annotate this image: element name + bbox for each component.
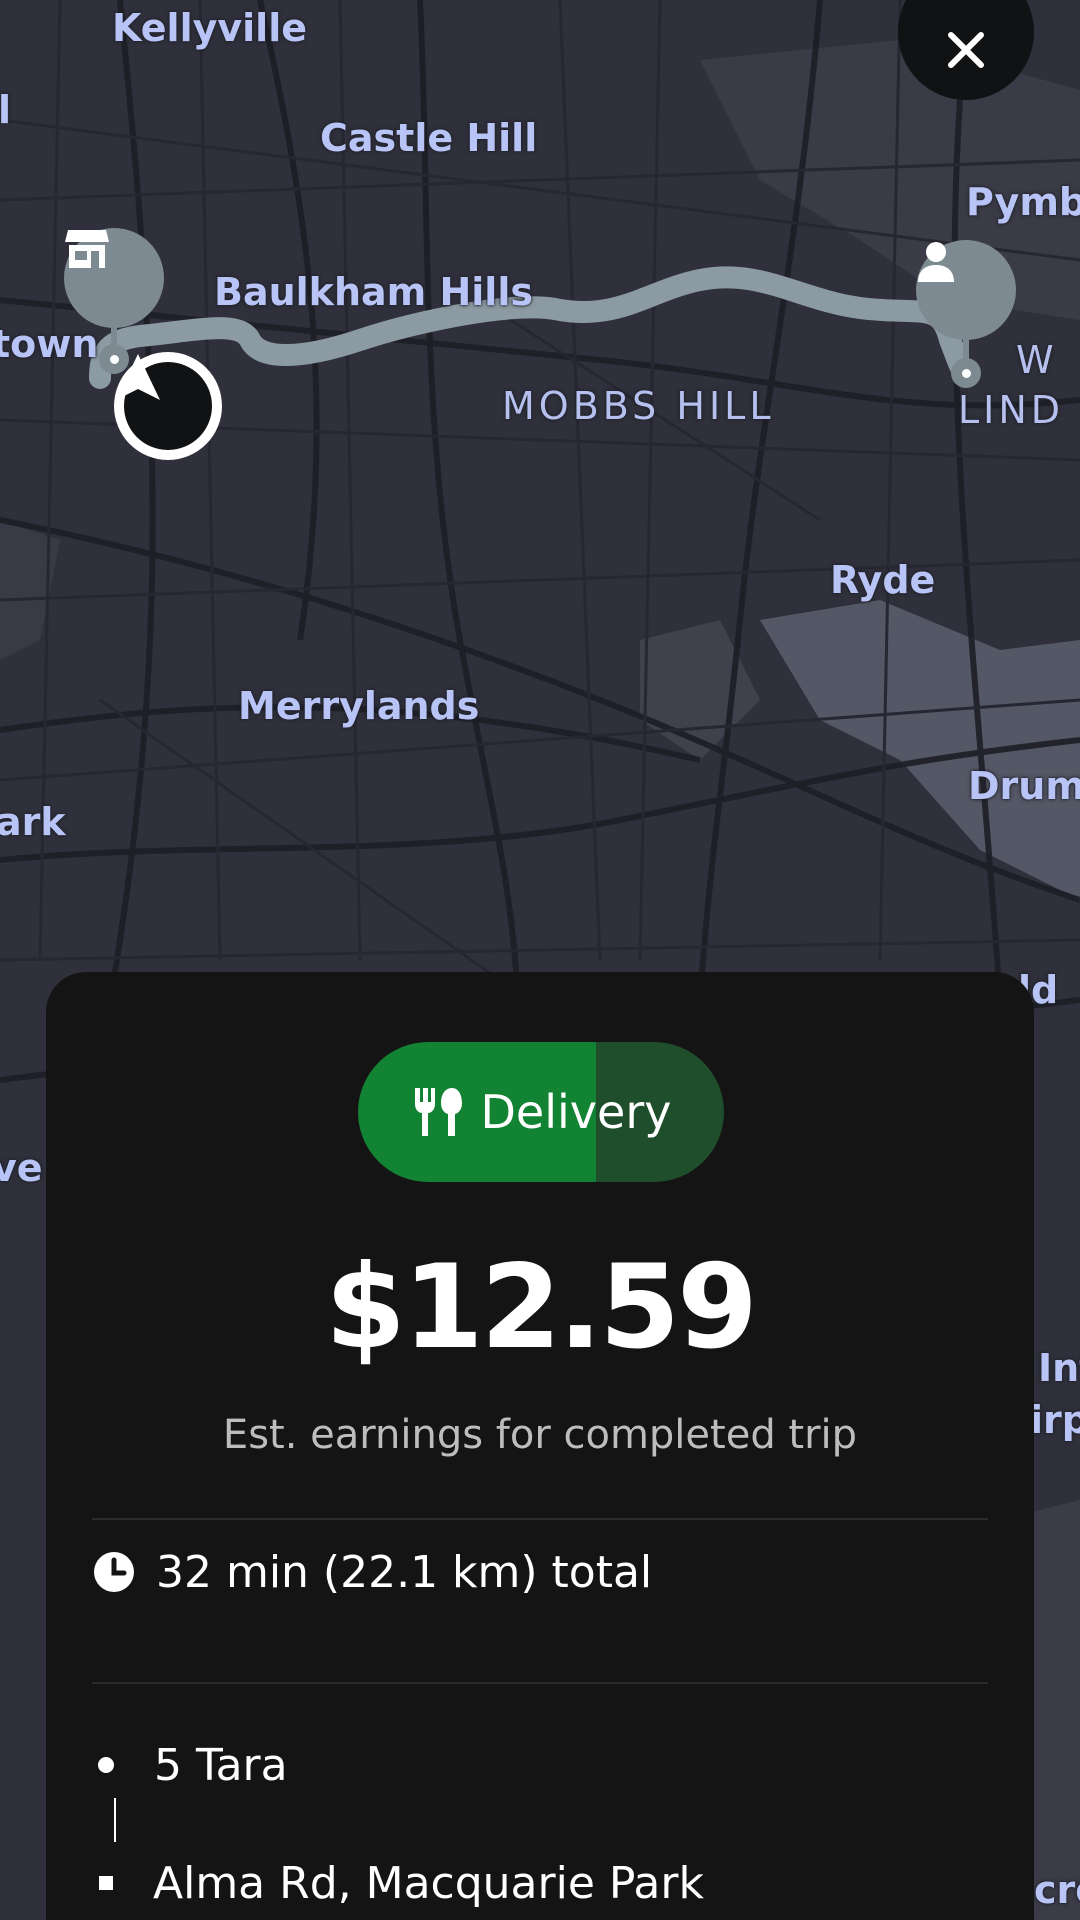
map-label-lindfield: LIND <box>958 388 1065 432</box>
navigation-arrow-icon <box>116 354 160 400</box>
map-label-west: W <box>1016 338 1058 382</box>
person-icon <box>918 242 954 282</box>
map-label-ryde: Ryde <box>830 558 936 602</box>
map-label-merrylands: Merrylands <box>238 684 480 728</box>
route-connector-line <box>114 1798 116 1842</box>
utensils-icon <box>414 1088 462 1136</box>
map-label-kellyville: Kellyville <box>112 6 307 50</box>
map-label-town: town <box>0 322 99 366</box>
store-icon <box>65 230 109 268</box>
map-label-park: ark <box>0 800 66 844</box>
dropoff-square-icon <box>99 1876 113 1890</box>
map-label-mobbs-hill: MOBBS HILL <box>502 384 775 428</box>
dropoff-address: Alma Rd, Macquarie Park <box>153 1857 704 1909</box>
trip-type-accept-button[interactable]: Delivery <box>358 1042 724 1182</box>
map-label-cro: cro <box>1034 1868 1080 1912</box>
current-location-marker <box>114 352 222 460</box>
map-label-int: Int <box>1038 1346 1080 1390</box>
map-label-baulkham-hills: Baulkham Hills <box>214 270 533 314</box>
trip-type-label: Delivery <box>480 1085 672 1139</box>
customer-pin-dot <box>951 358 981 388</box>
store-pin[interactable] <box>64 228 164 328</box>
pickup-address: 5 Tara <box>154 1739 288 1791</box>
trip-duration-text: 32 min (22.1 km) total <box>156 1546 653 1598</box>
map-label-drummoyne: Drum <box>968 764 1080 808</box>
trip-duration-row: 32 min (22.1 km) total <box>92 1532 652 1612</box>
close-icon <box>948 32 984 68</box>
trip-offer-screen: Kellyville l Castle Hill Pymb Baulkham H… <box>0 0 1080 1920</box>
map-label-pymble: Pymb <box>966 180 1080 224</box>
estimated-earnings-label: Est. earnings for completed trip <box>222 1412 858 1458</box>
clock-icon <box>94 1552 134 1592</box>
pickup-dot-icon <box>98 1757 114 1773</box>
divider <box>92 1518 988 1520</box>
map-label-ve: ve <box>0 1146 43 1190</box>
divider <box>92 1682 988 1684</box>
customer-pin[interactable] <box>916 240 1016 340</box>
map-label-edge-l: l <box>0 88 12 132</box>
map-label-airport: irp <box>1030 1398 1080 1442</box>
dropoff-stop-row: Alma Rd, Macquarie Park <box>92 1848 704 1918</box>
pickup-stop-row: 5 Tara <box>92 1730 288 1800</box>
trip-offer-card[interactable]: Delivery $12.59 Est. earnings for comple… <box>46 972 1034 1920</box>
map-label-castle-hill: Castle Hill <box>320 116 538 160</box>
estimated-earnings: $12.59 <box>325 1240 758 1375</box>
